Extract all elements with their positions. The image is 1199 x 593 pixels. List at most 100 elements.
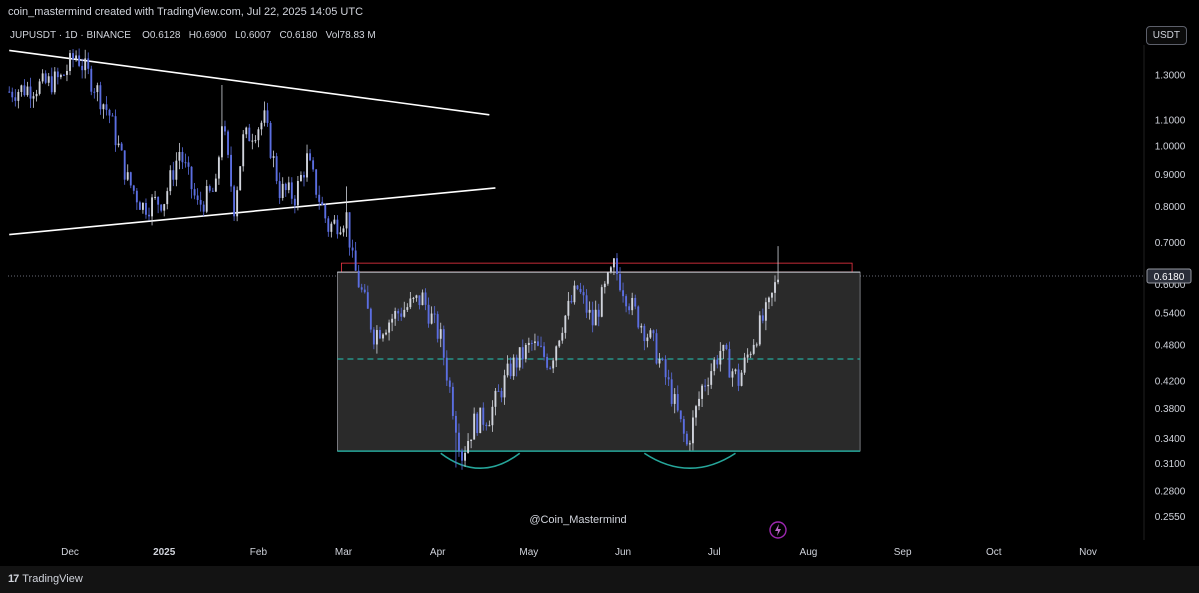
candle-body [771,292,773,298]
candle-body [382,334,384,339]
candle-body [521,347,524,360]
candle-body [512,357,515,377]
candle-body [658,359,661,364]
candle-body [254,140,257,142]
candle-body [685,433,688,445]
candle-body [275,156,278,182]
tradingview-logo[interactable]: 17 TradingView [8,573,83,585]
candle-body [187,162,190,167]
candle-body [351,247,354,251]
x-tick-label: Aug [800,547,818,558]
y-tick-label: 1.0000 [1155,141,1186,152]
candle-body [47,76,50,83]
candle-body [719,350,722,365]
candle-body [634,297,637,307]
y-tick-label: 0.5400 [1155,309,1186,320]
candle-body [515,357,518,368]
candle-body [716,359,719,365]
candle-body [163,204,166,211]
tradingview-brand: TradingView [22,573,83,585]
candle-body [14,97,17,101]
candle-body [99,85,102,110]
candle-body [278,181,281,199]
candle-body [29,86,32,99]
candle-body [41,73,44,82]
candle-body [442,329,445,358]
candle-body [154,196,157,198]
candle-body [148,214,150,217]
candle-body [205,186,208,212]
candle-body [44,73,47,83]
candle-body [673,394,676,404]
candle-body [391,318,394,323]
candle-body [549,367,552,369]
candle-body [661,359,664,361]
candle-body [132,185,135,191]
candle-body [537,341,539,346]
candle-body [400,313,403,317]
candle-body [342,228,345,233]
candle-body [202,204,205,212]
candle-body [527,342,530,345]
candle-body [96,85,99,93]
candle-body [458,432,460,451]
candle-body [713,359,716,372]
y-tick-label: 0.4800 [1155,341,1186,352]
candle-body [227,131,229,155]
candle-body [81,65,84,71]
candle-body [108,109,111,116]
candle-body [454,415,457,433]
candle-body [406,307,409,310]
candle-body [93,91,96,93]
candle-body [145,202,147,215]
upper-trendline [9,49,490,116]
candle-body [707,384,710,387]
candle-body [588,309,591,313]
candle-body [114,116,117,146]
price-chart[interactable]: 1.30001.10001.00000.90000.80000.70000.60… [0,0,1199,566]
x-tick-label: Oct [986,547,1002,558]
candle-body [722,344,725,351]
candle-body [412,297,415,299]
lightning-bolt-icon [775,524,781,536]
candle-body [309,153,312,161]
candle-body [579,288,582,293]
candle-body [369,308,372,330]
candle-body [196,195,199,200]
candle-body [749,353,752,355]
candle-body [774,282,776,293]
candle-body [345,212,348,229]
candle-body [755,344,758,346]
x-tick-label: 2025 [153,547,176,558]
candle-body [500,390,503,398]
candle-body [704,385,707,387]
candle-body [184,162,187,164]
y-tick-label: 1.1000 [1155,116,1186,127]
candle-body [761,315,764,321]
candle-body [445,357,448,381]
tradingview-mark-icon: 17 [8,573,19,585]
candle-body [217,157,220,179]
candle-body [619,274,621,291]
candle-body [160,204,163,211]
candle-body [199,199,202,205]
candle-body [90,68,93,92]
y-tick-label: 0.7000 [1155,238,1186,249]
candle-body [403,309,406,317]
candle-body [56,71,59,78]
candle-body [546,356,549,368]
candle-body [622,290,625,297]
candle-body [363,289,366,293]
candle-body [251,140,254,142]
candle-body [570,300,573,303]
candle-body [555,346,558,361]
candle-body [643,325,646,342]
candle-body [485,424,488,427]
candle-body [436,314,439,339]
candle-body [87,58,90,69]
x-tick-label: Feb [250,547,268,558]
candle-body [248,127,251,142]
y-tick-label: 1.3000 [1155,70,1186,81]
candle-body [731,371,734,378]
candle-body [117,143,120,146]
